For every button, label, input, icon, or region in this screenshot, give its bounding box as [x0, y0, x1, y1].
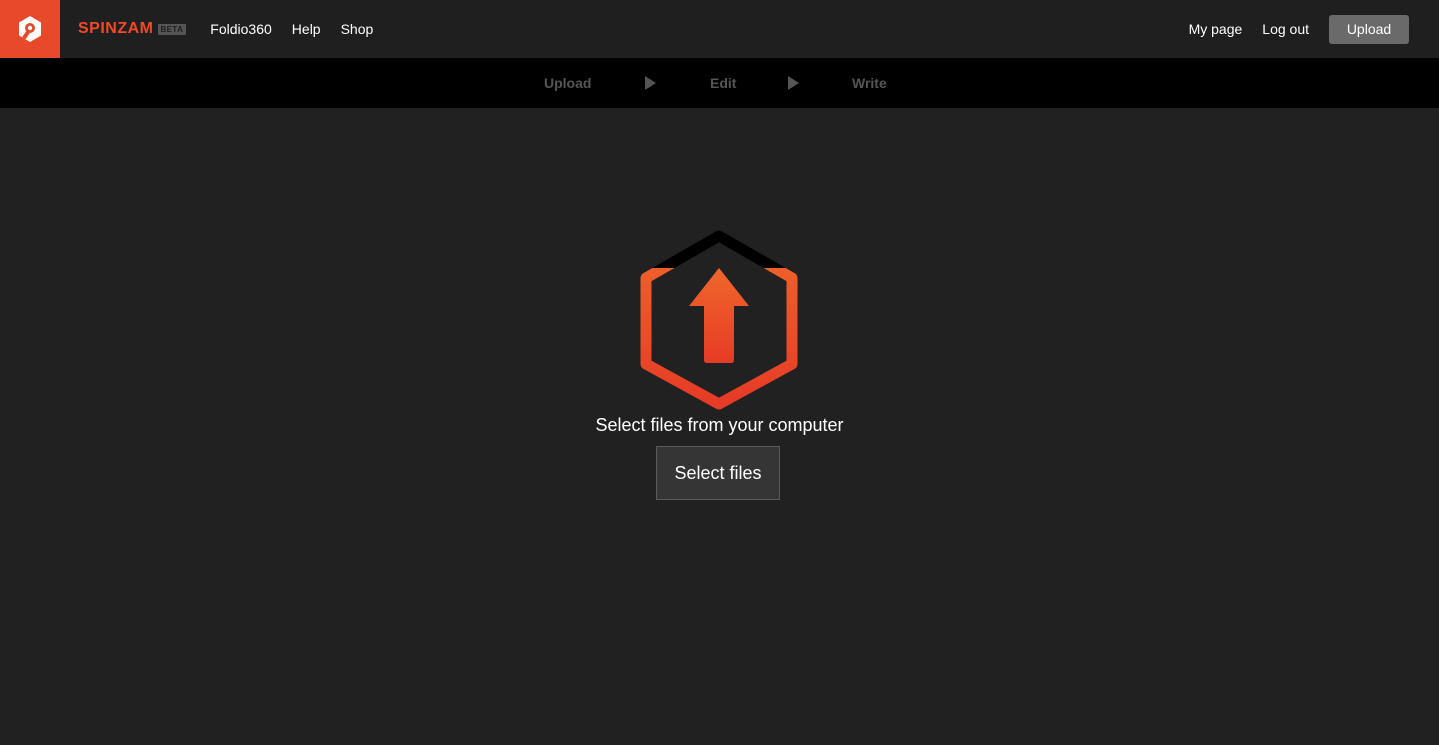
nav-help-link[interactable]: Help	[292, 21, 321, 37]
step-write[interactable]: Write	[852, 75, 887, 91]
progress-steps: Upload Edit Write	[0, 58, 1439, 108]
spinzam-logo-icon	[19, 16, 41, 42]
upload-prompt: Select files from your computer	[595, 415, 844, 435]
log-out-link[interactable]: Log out	[1262, 21, 1309, 37]
nav-shop-link[interactable]: Shop	[341, 21, 374, 37]
header-upload-button[interactable]: Upload	[1329, 14, 1409, 44]
step-edit[interactable]: Edit	[710, 75, 736, 91]
nav-foldio360-link[interactable]: Foldio360	[210, 21, 272, 37]
beta-badge: BETA	[157, 23, 187, 35]
brand-name: SPINZAM	[78, 20, 154, 37]
top-navbar: SPINZAM BETA Foldio360 Help Shop My page…	[0, 0, 1439, 58]
primary-nav: Foldio360 Help Shop	[210, 21, 393, 37]
spinzam-logo[interactable]	[0, 0, 60, 58]
play-arrow-icon	[645, 76, 656, 90]
select-files-button[interactable]: Select files	[656, 446, 780, 500]
step-upload[interactable]: Upload	[544, 75, 591, 91]
upload-area: Select files from your computer Select f…	[0, 108, 1439, 745]
play-arrow-icon	[788, 76, 799, 90]
brand[interactable]: SPINZAM BETA	[78, 20, 187, 38]
my-page-link[interactable]: My page	[1189, 21, 1243, 37]
account-nav: My page Log out Upload	[1169, 14, 1439, 44]
upload-arrow-icon[interactable]	[637, 228, 801, 410]
